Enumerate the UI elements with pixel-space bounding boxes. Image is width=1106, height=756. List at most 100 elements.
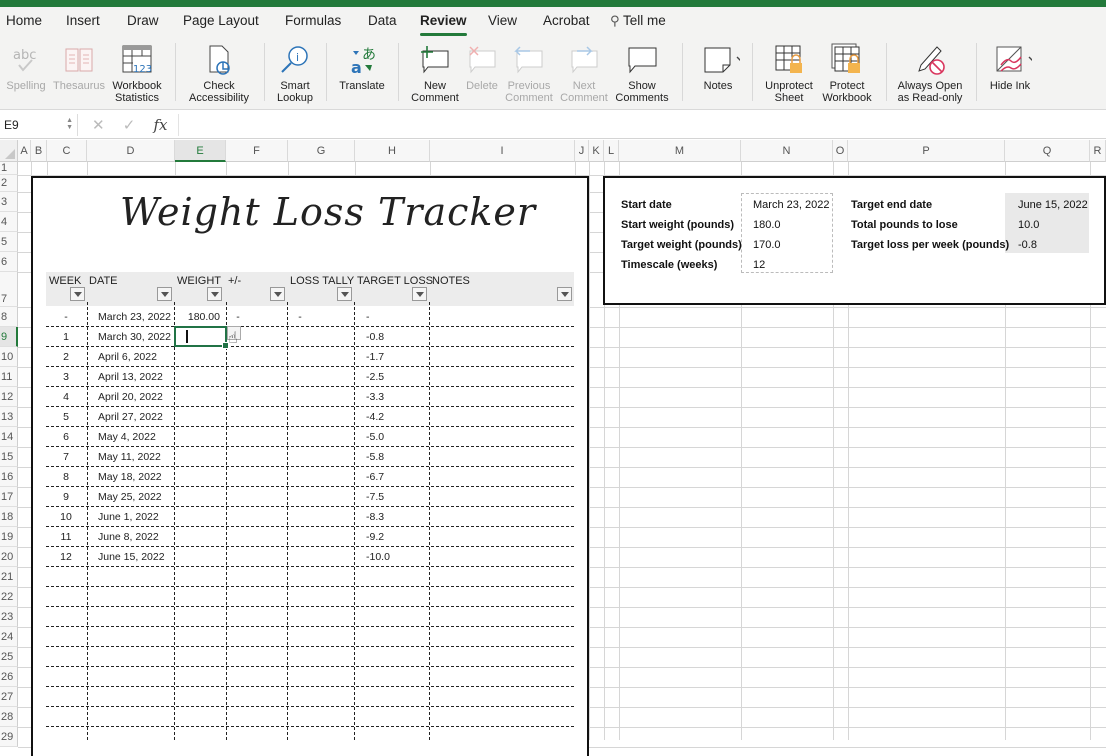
cancel-entry-icon[interactable]: ✕ — [92, 117, 105, 134]
row-header-12[interactable]: 12 — [0, 387, 18, 407]
row-header-24[interactable]: 24 — [0, 627, 18, 647]
next-comment-button[interactable]: Next Comment — [558, 43, 610, 104]
cell-target[interactable]: -7.5 — [366, 491, 426, 503]
row-header-9[interactable]: 9 — [0, 327, 18, 347]
row-header-21[interactable]: 21 — [0, 567, 18, 587]
thesaurus-button[interactable]: Thesaurus — [52, 43, 106, 92]
cell-week[interactable]: 5 — [47, 411, 85, 423]
filter-weight-dropdown[interactable] — [207, 287, 222, 301]
tab-acrobat[interactable]: Acrobat — [543, 13, 590, 28]
tab-review[interactable]: Review — [420, 13, 467, 36]
cell-week[interactable]: 11 — [47, 531, 85, 543]
column-header-r[interactable]: R — [1090, 140, 1106, 162]
column-header-d[interactable]: D — [87, 140, 175, 162]
row-header-11[interactable]: 11 — [0, 367, 18, 387]
cell-target[interactable]: -4.2 — [366, 411, 426, 423]
cell-target[interactable]: -10.0 — [366, 551, 426, 563]
cell-week[interactable]: 12 — [47, 551, 85, 563]
column-header-q[interactable]: Q — [1005, 140, 1090, 162]
check-accessibility-button[interactable]: Check Accessibility — [186, 43, 252, 104]
tab-insert[interactable]: Insert — [66, 13, 100, 28]
row-header-22[interactable]: 22 — [0, 587, 18, 607]
previous-comment-button[interactable]: Previous Comment — [502, 43, 556, 104]
column-header-l[interactable]: L — [604, 140, 619, 162]
tab-draw[interactable]: Draw — [127, 13, 159, 28]
column-header-h[interactable]: H — [355, 140, 430, 162]
row-header-10[interactable]: 10 — [0, 347, 18, 367]
select-all-corner[interactable] — [0, 140, 18, 162]
name-box-spinner[interactable]: ▲ ▼ — [66, 117, 73, 131]
cell-date[interactable]: June 15, 2022 — [98, 551, 174, 563]
insert-function-icon[interactable]: fx — [154, 116, 168, 134]
cell-week[interactable]: 9 — [47, 491, 85, 503]
row-header-15[interactable]: 15 — [0, 447, 18, 467]
cell-target[interactable]: -2.5 — [366, 371, 426, 383]
protect-workbook-button[interactable]: Protect Workbook — [818, 43, 876, 104]
column-header-g[interactable]: G — [288, 140, 355, 162]
cell-date[interactable]: March 30, 2022 — [98, 331, 174, 343]
tab-data[interactable]: Data — [368, 13, 397, 28]
row-header-19[interactable]: 19 — [0, 527, 18, 547]
row-header-13[interactable]: 13 — [0, 407, 18, 427]
hide-ink-button[interactable]: Hide Ink — [984, 43, 1036, 92]
cell-week[interactable]: 10 — [47, 511, 85, 523]
cell-week[interactable]: 2 — [47, 351, 85, 363]
row-header-5[interactable]: 5 — [0, 232, 18, 252]
row-header-2[interactable]: 2 — [0, 175, 18, 192]
column-header-c[interactable]: C — [47, 140, 87, 162]
column-header-m[interactable]: M — [619, 140, 741, 162]
row-header-8[interactable]: 8 — [0, 307, 18, 327]
cell-date[interactable]: April 27, 2022 — [98, 411, 174, 423]
cell-date[interactable]: April 20, 2022 — [98, 391, 174, 403]
translate-button[interactable]: aあ Translate — [334, 43, 390, 92]
cell-change[interactable]: - — [226, 311, 250, 323]
row-header-18[interactable]: 18 — [0, 507, 18, 527]
row-header-26[interactable]: 26 — [0, 667, 18, 687]
filter-notes-dropdown[interactable] — [557, 287, 572, 301]
filter-date-dropdown[interactable] — [157, 287, 172, 301]
setting-input-value[interactable]: 170.0 — [743, 239, 781, 251]
cell-target[interactable]: -1.7 — [366, 351, 426, 363]
setting-input-value[interactable]: March 23, 2022 — [743, 199, 829, 211]
always-open-read-only-button[interactable]: Always Open as Read-only — [894, 43, 966, 104]
new-comment-button[interactable]: New Comment — [406, 43, 464, 104]
cell-week[interactable]: 4 — [47, 391, 85, 403]
column-header-e[interactable]: E — [175, 140, 226, 162]
cell-week[interactable]: 1 — [47, 331, 85, 343]
column-header-n[interactable]: N — [741, 140, 833, 162]
column-header-i[interactable]: I — [430, 140, 575, 162]
filter-target-loss-dropdown[interactable] — [412, 287, 427, 301]
tab-formulas[interactable]: Formulas — [285, 13, 341, 28]
row-header-28[interactable]: 28 — [0, 707, 18, 727]
column-header-p[interactable]: P — [848, 140, 1005, 162]
show-comments-button[interactable]: Show Comments — [612, 43, 672, 104]
cell-date[interactable]: May 18, 2022 — [98, 471, 174, 483]
column-header-a[interactable]: A — [18, 140, 31, 162]
cell-target[interactable]: -0.8 — [366, 331, 426, 343]
notes-button[interactable]: Notes — [692, 43, 744, 92]
filter-week-dropdown[interactable] — [70, 287, 85, 301]
cell-target[interactable]: -8.3 — [366, 511, 426, 523]
cell-date[interactable]: March 23, 2022 — [98, 311, 174, 323]
cell-week[interactable]: 6 — [47, 431, 85, 443]
row-header-1[interactable]: 1 — [0, 162, 18, 175]
name-box[interactable]: E9 ▲ ▼ — [0, 114, 78, 136]
filter-loss-tally-dropdown[interactable] — [337, 287, 352, 301]
row-header-29[interactable]: 29 — [0, 727, 18, 747]
column-header-f[interactable]: F — [226, 140, 288, 162]
row-header-20[interactable]: 20 — [0, 547, 18, 567]
row-header-14[interactable]: 14 — [0, 427, 18, 447]
enter-entry-icon[interactable]: ✓ — [123, 117, 136, 134]
cell-week[interactable]: - — [47, 311, 85, 323]
cell-date[interactable]: May 25, 2022 — [98, 491, 174, 503]
row-header-17[interactable]: 17 — [0, 487, 18, 507]
cell-date[interactable]: April 6, 2022 — [98, 351, 174, 363]
cell-target[interactable]: -9.2 — [366, 531, 426, 543]
cell-date[interactable]: June 1, 2022 — [98, 511, 174, 523]
column-header-b[interactable]: B — [31, 140, 47, 162]
column-header-j[interactable]: J — [575, 140, 589, 162]
cell-target[interactable]: -6.7 — [366, 471, 426, 483]
tell-me-search[interactable]: ⚲ Tell me — [610, 13, 666, 29]
cell-weight[interactable]: 180.00 — [176, 311, 220, 323]
unprotect-sheet-button[interactable]: Unprotect Sheet — [760, 43, 818, 104]
